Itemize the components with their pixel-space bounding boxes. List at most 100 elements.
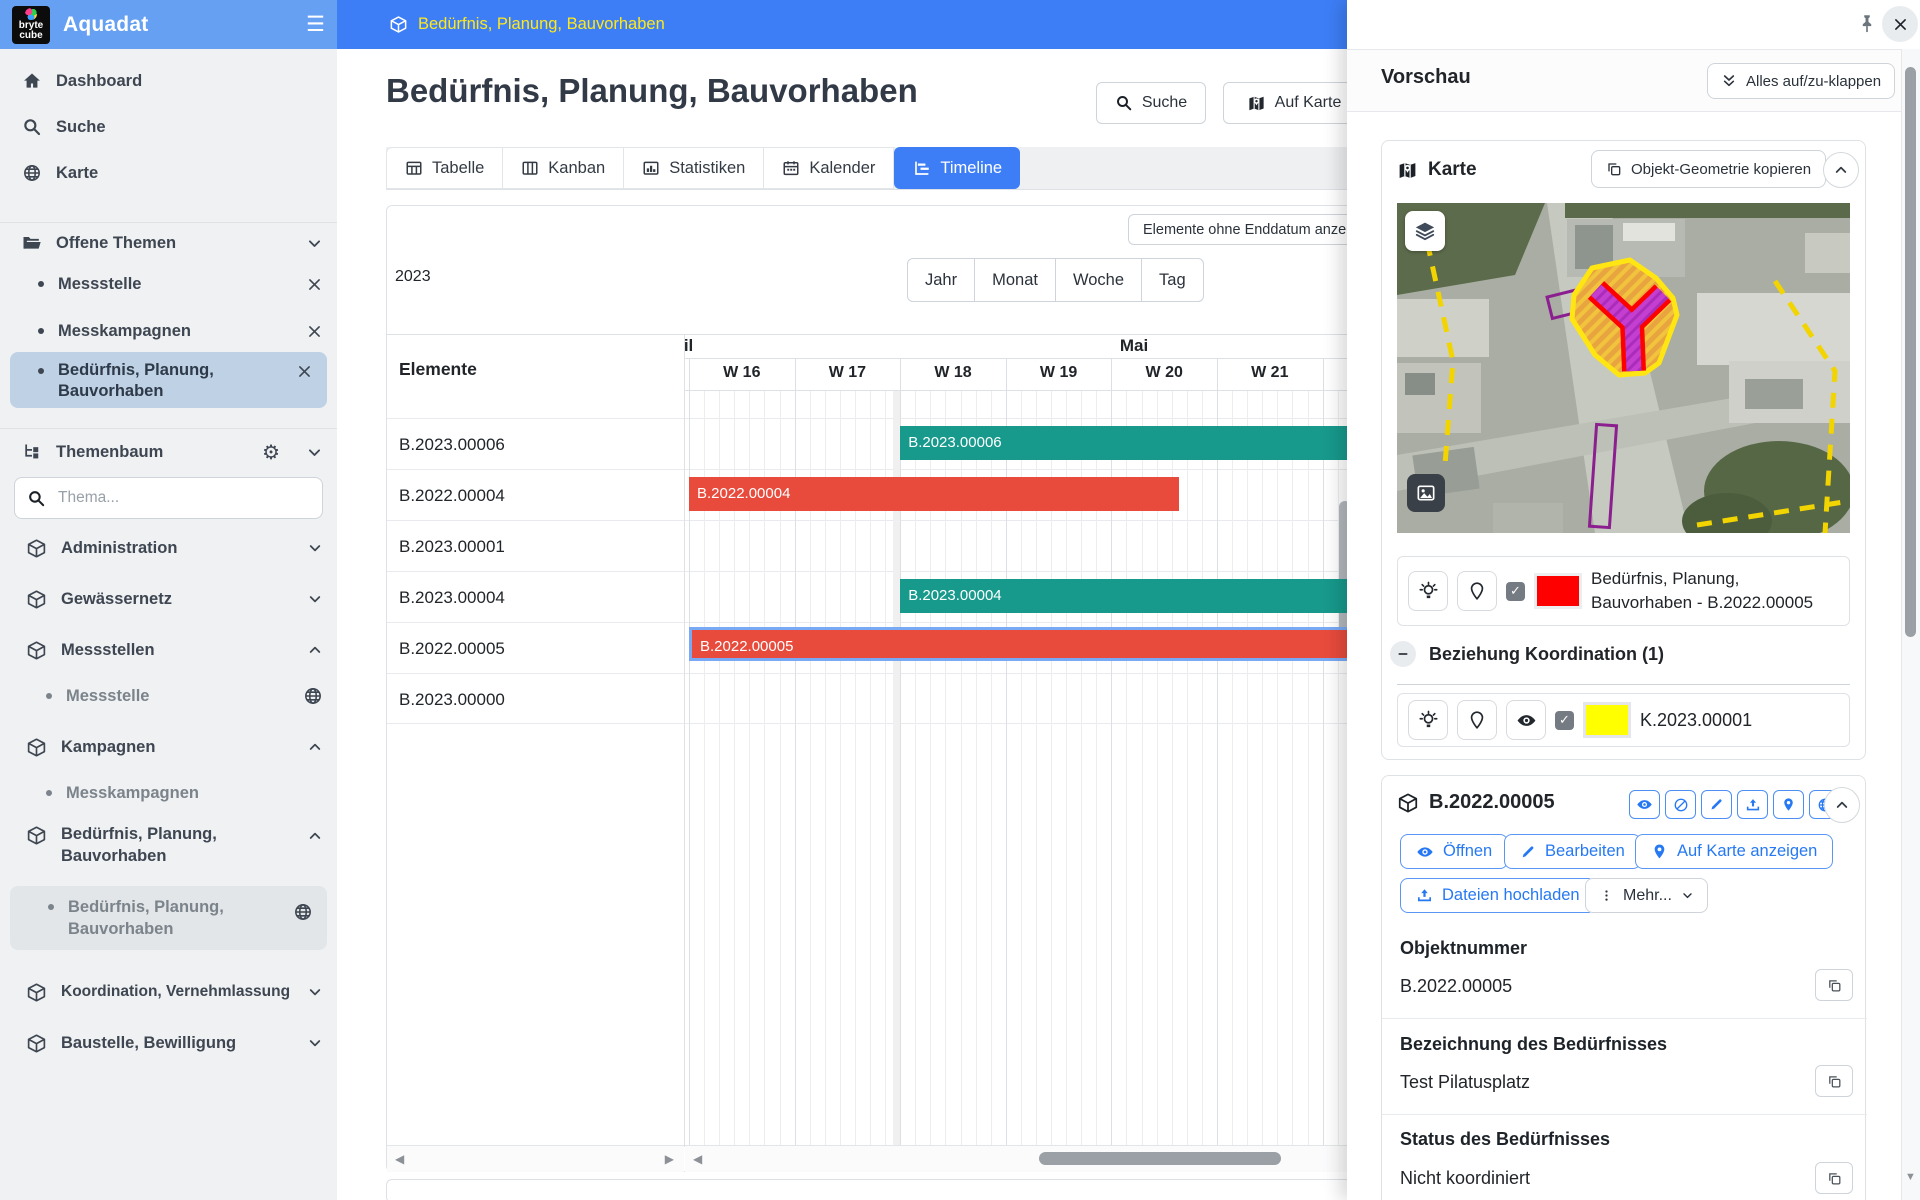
timeline-zoom-group: Jahr Monat Woche Tag <box>907 258 1204 302</box>
edit-button[interactable]: Bearbeiten <box>1504 834 1641 869</box>
zoom-woche-button[interactable]: Woche <box>1056 258 1142 302</box>
scroll-left-icon[interactable]: ◀ <box>693 1152 702 1166</box>
tree-node-baustelle[interactable]: Baustelle, Bewilligung <box>0 1024 337 1062</box>
hamburger-menu-icon[interactable]: ☰ <box>306 12 325 37</box>
gantt-bar[interactable]: B.2022.00005 <box>689 627 1427 661</box>
chevron-up-icon[interactable] <box>307 642 323 658</box>
tree-child-messkampagnen[interactable]: Messkampagnen <box>0 774 337 812</box>
copy-value-button[interactable] <box>1815 969 1853 1001</box>
sidebar-section-offene-themen[interactable]: Offene Themen <box>0 224 337 262</box>
sidebar-item-dashboard[interactable]: Dashboard <box>0 62 337 100</box>
highlight-geometry-button[interactable] <box>1408 700 1448 740</box>
gantt-bar[interactable]: B.2022.00004 <box>689 477 1179 511</box>
thema-search-input[interactable]: Thema... <box>14 477 323 519</box>
tree-child-beduerfnis-selected[interactable]: Bedürfnis, Planung, Bauvorhaben <box>10 886 327 950</box>
themenbaum-header[interactable]: Themenbaum ⚙ <box>0 433 337 471</box>
chevron-down-icon[interactable] <box>306 444 323 461</box>
chart-scrollbar-thumb[interactable] <box>1039 1152 1281 1165</box>
tab-timeline[interactable]: Timeline <box>894 147 1020 189</box>
gantt-row-label: B.2023.00004 <box>399 572 505 623</box>
watch-button[interactable] <box>1629 790 1660 819</box>
chevron-down-icon[interactable] <box>307 1035 323 1051</box>
show-on-map-button[interactable]: Auf Karte <box>1223 82 1365 124</box>
chevron-down-icon[interactable] <box>307 984 323 1000</box>
map-icon <box>1247 94 1266 113</box>
tab-statistiken[interactable]: Statistiken <box>623 147 763 189</box>
upload-icon <box>1745 797 1761 813</box>
brytecube-logo: bryte cube <box>12 6 50 44</box>
show-on-map-button[interactable]: Auf Karte anzeigen <box>1635 834 1833 869</box>
sidebar-item-karte[interactable]: Karte <box>0 154 337 192</box>
tab-kanban[interactable]: Kanban <box>502 147 623 189</box>
globe-icon[interactable] <box>293 902 313 922</box>
open-button[interactable]: Öffnen <box>1400 834 1508 869</box>
gear-icon[interactable]: ⚙ <box>262 440 280 465</box>
panel-scrollbar-thumb[interactable] <box>1905 67 1916 637</box>
breadcrumb[interactable]: Bedürfnis, Planung, Bauvorhaben <box>389 15 665 34</box>
tree-node-koordination[interactable]: Koordination, Vernehmlassung <box>0 973 337 1011</box>
close-icon[interactable] <box>306 276 323 293</box>
zoom-to-geometry-button[interactable] <box>1457 571 1497 611</box>
field-value-bezeichnung: Test Pilatusplatz <box>1400 1072 1530 1093</box>
pin-panel-icon[interactable] <box>1856 13 1878 35</box>
copy-value-button[interactable] <box>1815 1162 1853 1194</box>
chart-horizontal-scrollbar[interactable]: ◀ <box>685 1145 1427 1172</box>
map-background-image-button[interactable] <box>1407 474 1445 512</box>
close-icon[interactable] <box>296 363 313 380</box>
sidebar-item-suche[interactable]: Suche <box>0 108 337 146</box>
map-layers-button[interactable] <box>1405 211 1445 251</box>
chevron-up-icon[interactable] <box>307 739 323 755</box>
upload-files-button[interactable]: Dateien hochladen <box>1400 878 1596 913</box>
tab-tabelle[interactable]: Tabelle <box>386 147 502 189</box>
legend-object-checkbox[interactable]: ✓ <box>1506 582 1525 601</box>
bulb-flash-icon <box>1418 581 1439 602</box>
legend-relation-color-swatch <box>1583 702 1631 738</box>
zoom-monat-button[interactable]: Monat <box>975 258 1056 302</box>
more-button[interactable]: Mehr... <box>1585 878 1708 913</box>
tree-node-gewaessernetz[interactable]: Gewässernetz <box>0 580 337 618</box>
globe-icon[interactable] <box>303 686 323 706</box>
pin-icon <box>1467 710 1487 730</box>
search-button[interactable]: Suche <box>1096 82 1206 124</box>
tree-child-messstelle[interactable]: Messstelle <box>0 677 337 715</box>
chevron-up-icon[interactable] <box>307 828 323 844</box>
pin-icon-button[interactable] <box>1773 790 1804 819</box>
collapse-all-button[interactable]: Alles auf/zu-klappen <box>1707 63 1895 99</box>
open-topic-beduerfnis-active[interactable]: Bedürfnis, Planung, Bauvorhaben <box>10 352 327 408</box>
tree-node-beduerfnis[interactable]: Bedürfnis, Planung, Bauvorhaben <box>0 815 337 873</box>
chevron-down-icon[interactable] <box>307 591 323 607</box>
zoom-tag-button[interactable]: Tag <box>1142 258 1204 302</box>
tree-node-messstellen[interactable]: Messstellen <box>0 631 337 669</box>
legend-relation-checkbox[interactable]: ✓ <box>1555 711 1574 730</box>
search-icon <box>22 117 42 137</box>
elements-horizontal-scrollbar[interactable]: ◀ ▶ <box>387 1145 684 1172</box>
highlight-geometry-button[interactable] <box>1408 571 1448 611</box>
panel-scrollbar-track[interactable]: ▼ <box>1901 49 1920 1200</box>
unwatch-button[interactable] <box>1665 790 1696 819</box>
chevron-down-icon[interactable] <box>306 235 323 252</box>
upload-icon-button[interactable] <box>1737 790 1768 819</box>
open-topic-messkampagnen[interactable]: Messkampagnen <box>0 312 337 350</box>
collapse-relation-button[interactable] <box>1390 641 1416 667</box>
copy-value-button[interactable] <box>1815 1065 1853 1097</box>
scroll-down-icon[interactable]: ▼ <box>1905 1171 1916 1183</box>
copy-geometry-button[interactable]: Objekt-Geometrie kopieren <box>1591 150 1826 188</box>
chevron-down-icon[interactable] <box>307 540 323 556</box>
collapse-object-button[interactable] <box>1824 787 1860 823</box>
cube-icon <box>26 589 47 610</box>
tree-node-kampagnen[interactable]: Kampagnen <box>0 728 337 766</box>
close-panel-button[interactable] <box>1882 6 1918 42</box>
zoom-jahr-button[interactable]: Jahr <box>907 258 975 302</box>
scroll-right-icon[interactable]: ▶ <box>665 1152 674 1166</box>
tab-kalender[interactable]: Kalender <box>763 147 894 189</box>
tree-node-administration[interactable]: Administration <box>0 529 337 567</box>
open-topic-messstelle[interactable]: Messstelle <box>0 265 337 303</box>
scroll-left-icon[interactable]: ◀ <box>395 1152 404 1166</box>
close-icon[interactable] <box>306 323 323 340</box>
collapse-karte-button[interactable] <box>1823 152 1859 188</box>
map-view[interactable] <box>1397 203 1850 533</box>
visibility-button[interactable] <box>1506 700 1546 740</box>
edit-icon-button[interactable] <box>1701 790 1732 819</box>
zoom-to-geometry-button[interactable] <box>1457 700 1497 740</box>
dots-vertical-icon <box>1599 888 1614 903</box>
